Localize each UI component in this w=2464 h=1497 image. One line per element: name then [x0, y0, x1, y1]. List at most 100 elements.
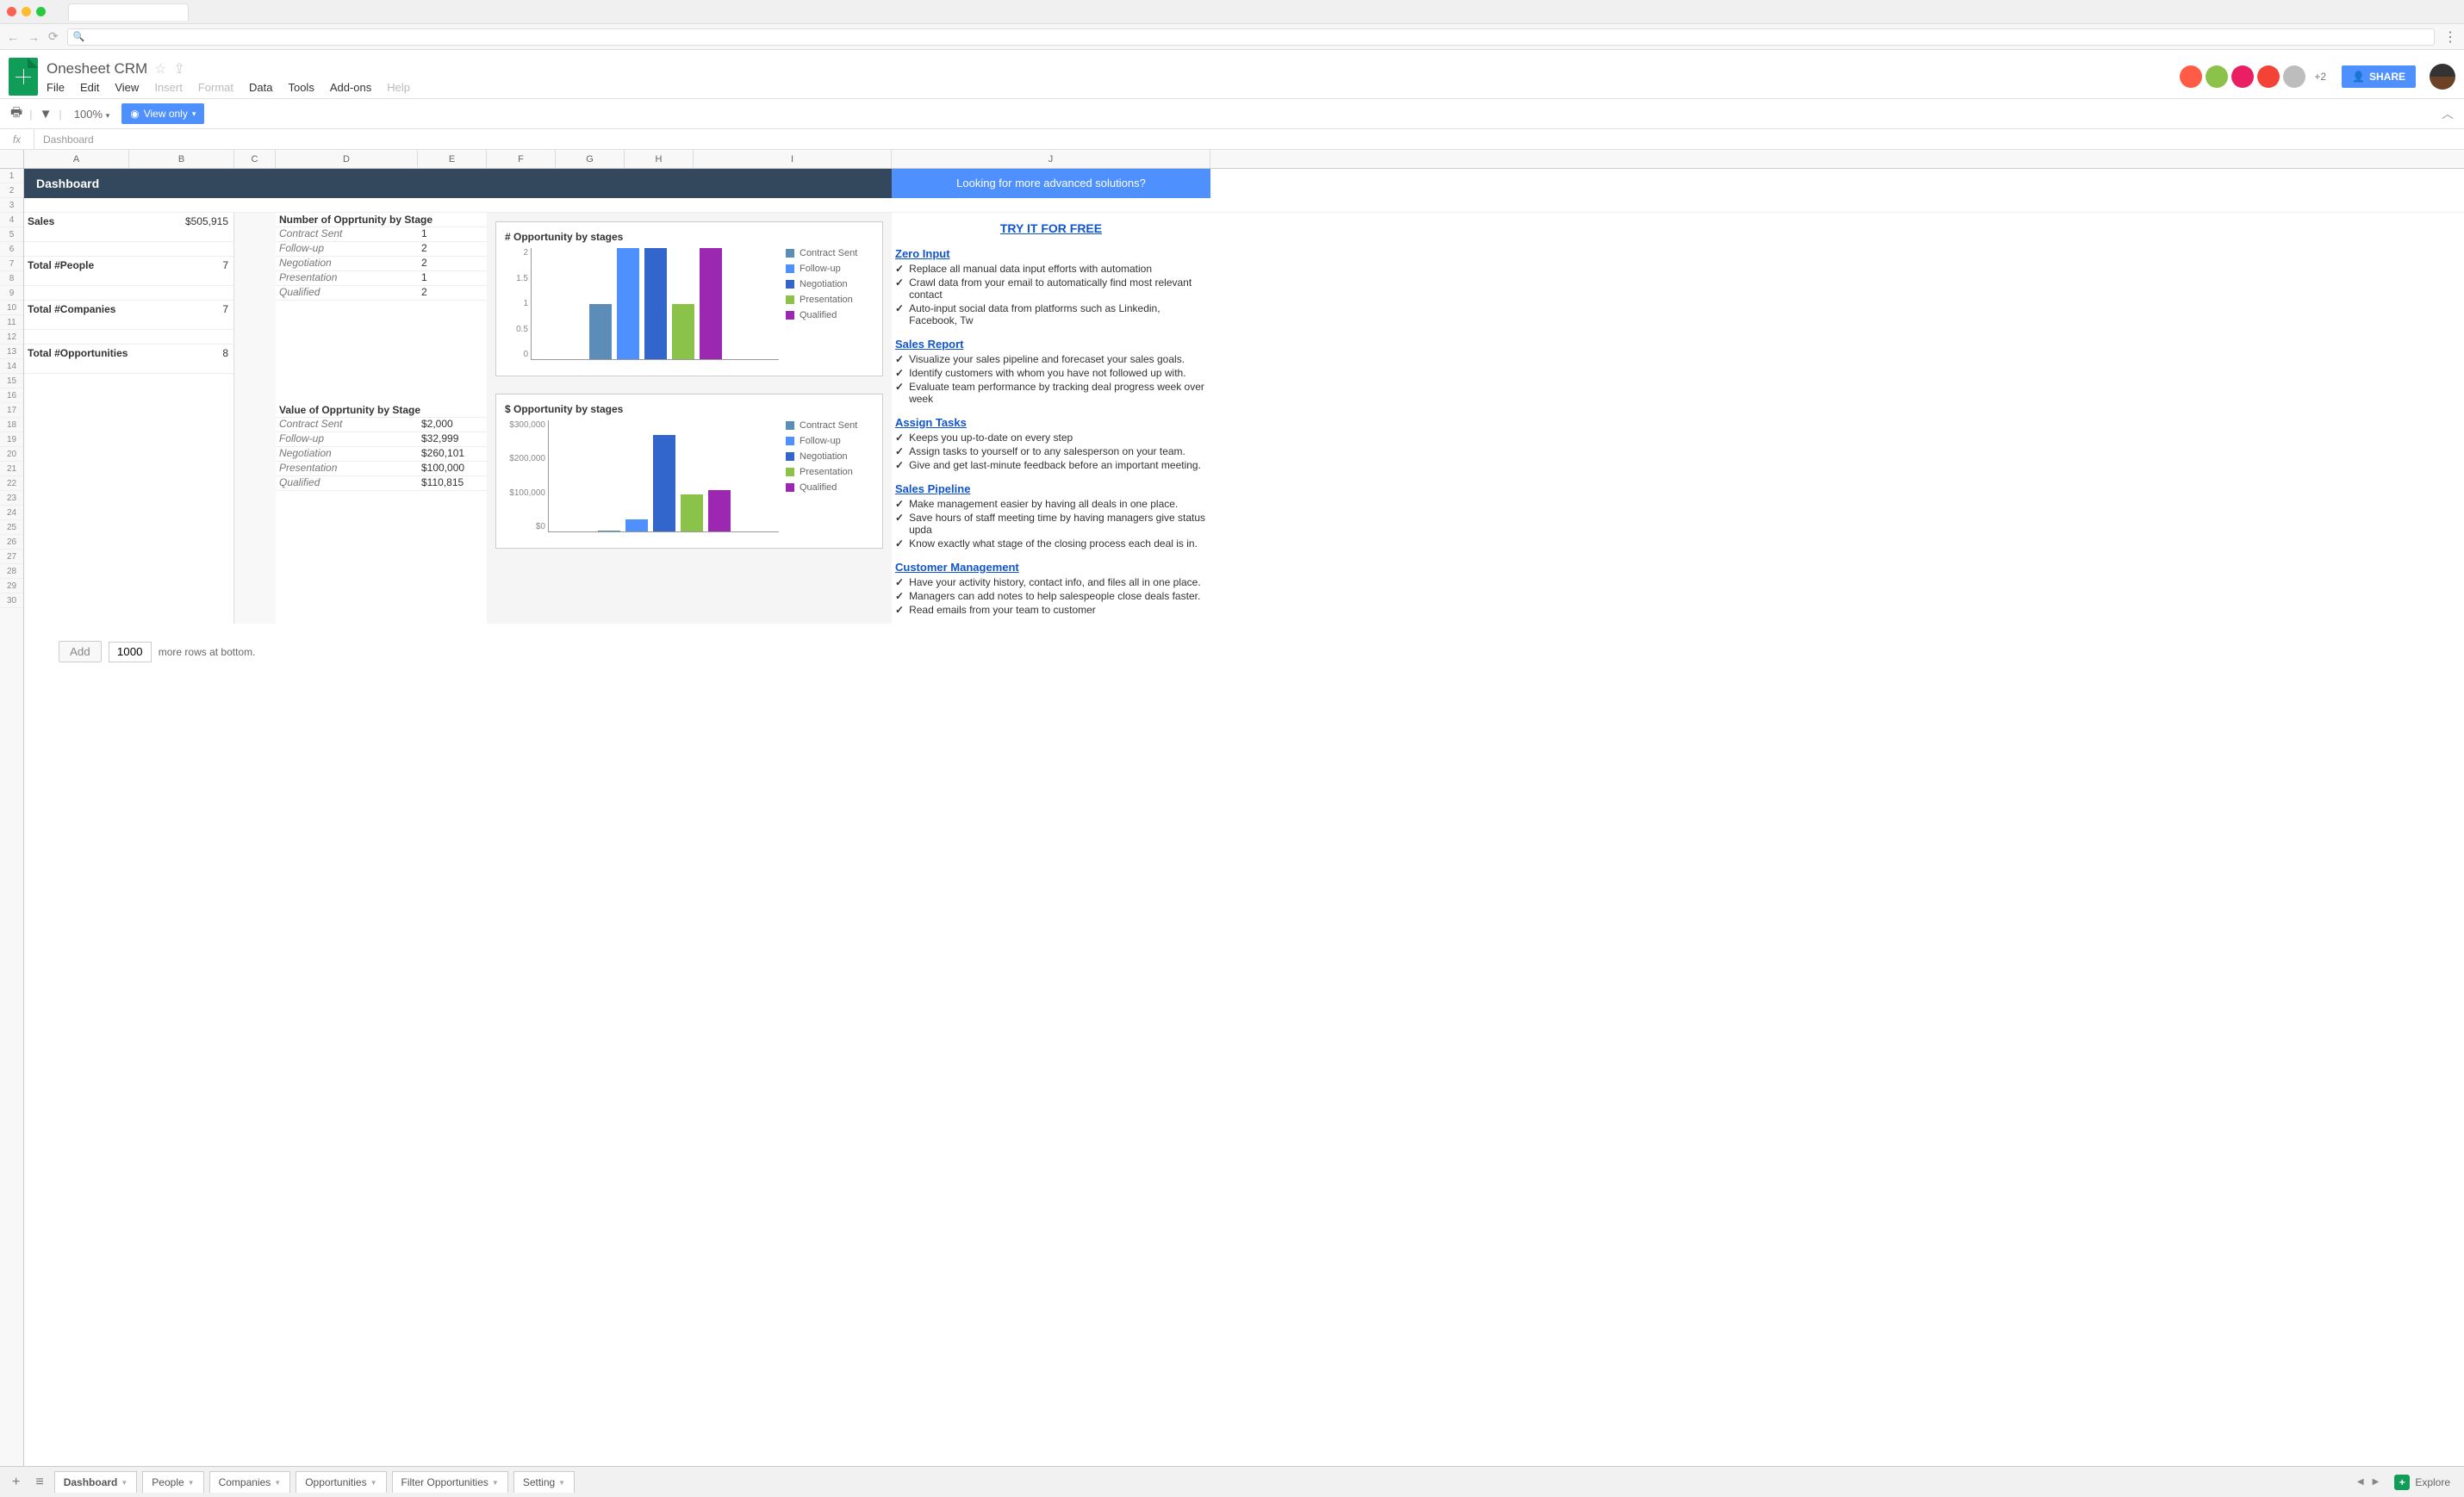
- scroll-right-icon[interactable]: ▶: [2373, 1477, 2380, 1487]
- reload-icon[interactable]: ⟳: [48, 29, 59, 44]
- view-only-button[interactable]: ◉ View only ▾: [121, 103, 204, 124]
- try-free-link[interactable]: TRY IT FOR FREE: [1000, 221, 1102, 235]
- row-number[interactable]: 24: [0, 506, 23, 520]
- collapse-toolbar-icon[interactable]: ︿: [2442, 105, 2454, 122]
- print-icon[interactable]: 🖶: [10, 103, 22, 125]
- row-number[interactable]: 3: [0, 198, 23, 213]
- column-header[interactable]: A: [24, 150, 129, 168]
- browser-tab[interactable]: [68, 3, 189, 21]
- column-header[interactable]: B: [129, 150, 234, 168]
- menu-help[interactable]: Help: [387, 81, 410, 94]
- formula-value[interactable]: Dashboard: [34, 134, 94, 146]
- add-rows-button[interactable]: Add: [59, 641, 102, 662]
- chart-count[interactable]: # Opportunity by stages 21.510.50 Contra…: [495, 221, 883, 376]
- forward-icon[interactable]: →: [28, 30, 40, 44]
- row-number[interactable]: 11: [0, 315, 23, 330]
- row-number[interactable]: 19: [0, 432, 23, 447]
- row-number[interactable]: 18: [0, 418, 23, 432]
- promo-section-link[interactable]: Sales Report: [892, 334, 1210, 352]
- row-number[interactable]: 12: [0, 330, 23, 345]
- row-number[interactable]: 17: [0, 403, 23, 418]
- column-header[interactable]: I: [694, 150, 892, 168]
- row-number[interactable]: 20: [0, 447, 23, 462]
- collaborator-avatar[interactable]: [2206, 65, 2228, 88]
- menu-edit[interactable]: Edit: [80, 81, 99, 94]
- promo-section-link[interactable]: Zero Input: [892, 244, 1210, 262]
- sheet-tab[interactable]: Companies▼: [209, 1471, 291, 1493]
- promo-section-link[interactable]: Customer Management: [892, 557, 1210, 575]
- column-header[interactable]: D: [276, 150, 418, 168]
- row-number[interactable]: 25: [0, 520, 23, 535]
- row-number[interactable]: 5: [0, 227, 23, 242]
- explore-button[interactable]: Explore: [2415, 1476, 2450, 1488]
- column-header[interactable]: C: [234, 150, 276, 168]
- window-minimize-icon[interactable]: [22, 7, 31, 16]
- add-rows-input[interactable]: [109, 642, 152, 662]
- back-icon[interactable]: ←: [7, 30, 19, 44]
- menu-insert[interactable]: Insert: [154, 81, 183, 94]
- row-number[interactable]: 8: [0, 271, 23, 286]
- row-number[interactable]: 27: [0, 550, 23, 564]
- window-close-icon[interactable]: [7, 7, 16, 16]
- filter-icon[interactable]: ▼: [40, 107, 53, 121]
- collaborator-avatar[interactable]: [2180, 65, 2202, 88]
- row-number[interactable]: 4: [0, 213, 23, 227]
- sheet-tab[interactable]: Setting▼: [513, 1471, 575, 1493]
- profile-avatar[interactable]: [2430, 64, 2455, 90]
- row-number[interactable]: 13: [0, 345, 23, 359]
- collaborator-avatar[interactable]: [2231, 65, 2254, 88]
- row-number[interactable]: 7: [0, 257, 23, 271]
- row-number[interactable]: 2: [0, 183, 23, 198]
- row-number[interactable]: 23: [0, 491, 23, 506]
- row-number[interactable]: 1: [0, 169, 23, 183]
- menu-view[interactable]: View: [115, 81, 139, 94]
- row-number[interactable]: 14: [0, 359, 23, 374]
- menu-add-ons[interactable]: Add-ons: [330, 81, 371, 94]
- overflow-icon[interactable]: ⋮: [2443, 28, 2457, 46]
- sheet-tab[interactable]: Filter Opportunities▼: [392, 1471, 508, 1493]
- menu-data[interactable]: Data: [249, 81, 272, 94]
- column-header[interactable]: J: [892, 150, 1210, 168]
- sheet-tab[interactable]: Opportunities▼: [296, 1471, 386, 1493]
- select-all-cell[interactable]: [0, 150, 24, 168]
- scroll-left-icon[interactable]: ◀: [2357, 1477, 2364, 1487]
- column-header[interactable]: H: [625, 150, 694, 168]
- promo-section-link[interactable]: Assign Tasks: [892, 413, 1210, 431]
- row-number[interactable]: 30: [0, 593, 23, 608]
- doc-title[interactable]: Onesheet CRM: [47, 60, 147, 78]
- column-header[interactable]: G: [556, 150, 625, 168]
- sheet-tab[interactable]: People▼: [142, 1471, 203, 1493]
- row-number[interactable]: 9: [0, 286, 23, 301]
- menu-tools[interactable]: Tools: [288, 81, 314, 94]
- menu-format[interactable]: Format: [198, 81, 233, 94]
- column-header[interactable]: F: [487, 150, 556, 168]
- row-number[interactable]: 22: [0, 476, 23, 491]
- row-number[interactable]: 28: [0, 564, 23, 579]
- row-number[interactable]: 10: [0, 301, 23, 315]
- row-number[interactable]: 6: [0, 242, 23, 257]
- row-number[interactable]: 29: [0, 579, 23, 593]
- sheet-tab[interactable]: Dashboard▼: [54, 1471, 138, 1493]
- share-button[interactable]: 👤 SHARE: [2342, 65, 2416, 88]
- column-header[interactable]: E: [418, 150, 487, 168]
- row-number[interactable]: 26: [0, 535, 23, 550]
- url-input[interactable]: 🔍: [67, 28, 2435, 46]
- star-icon[interactable]: ☆: [154, 60, 166, 78]
- menu-file[interactable]: File: [47, 81, 65, 94]
- explore-icon[interactable]: +: [2394, 1475, 2410, 1490]
- row-number[interactable]: 21: [0, 462, 23, 476]
- promo-banner[interactable]: Looking for more advanced solutions?: [892, 169, 1210, 198]
- all-sheets-icon[interactable]: ≡: [30, 1475, 48, 1490]
- sheets-logo-icon[interactable]: [9, 58, 38, 96]
- row-number[interactable]: 15: [0, 374, 23, 388]
- collaborator-overflow[interactable]: +2: [2314, 71, 2326, 83]
- window-maximize-icon[interactable]: [36, 7, 46, 16]
- collaborator-avatar[interactable]: [2257, 65, 2280, 88]
- row-number[interactable]: 16: [0, 388, 23, 403]
- add-sheet-icon[interactable]: +: [7, 1475, 25, 1490]
- promo-section-link[interactable]: Sales Pipeline: [892, 479, 1210, 497]
- chart-value[interactable]: $ Opportunity by stages $300,000$200,000…: [495, 394, 883, 549]
- move-folder-icon[interactable]: ⇪: [174, 60, 185, 78]
- collaborator-avatar[interactable]: [2283, 65, 2305, 88]
- zoom-select[interactable]: 100% ▾: [74, 108, 109, 121]
